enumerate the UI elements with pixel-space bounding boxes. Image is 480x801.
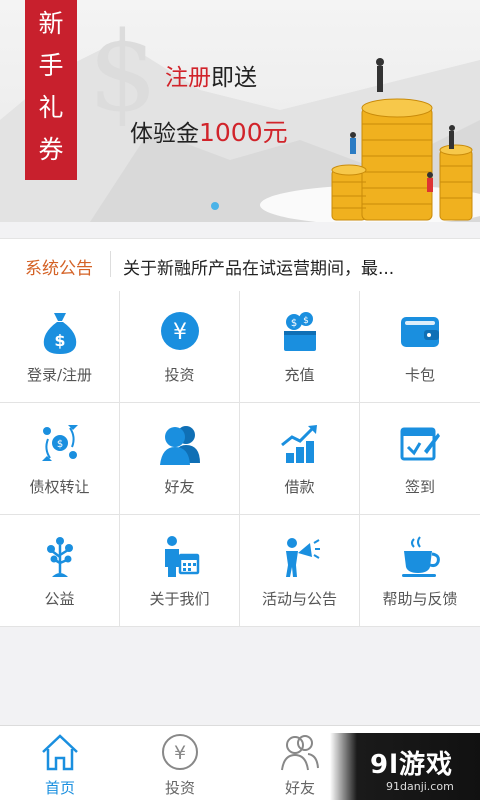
- grid-label: 公益: [44, 590, 75, 608]
- grid-item-login[interactable]: $ 登录/注册: [0, 291, 120, 403]
- friends-icon: [281, 735, 319, 771]
- banner-highlight: 注册: [165, 65, 211, 91]
- grid-item-checkin[interactable]: 签到: [360, 403, 480, 515]
- banner-subheadline: 体验金1000元: [130, 113, 288, 149]
- banner-headline-rest: 即送: [211, 65, 257, 91]
- grid-label: 帮助与反馈: [382, 590, 458, 608]
- feature-grid: $ 登录/注册 ¥ 投资 $ $ 充值 卡包 $ 债权转让 好友 借款 签到 公…: [0, 291, 480, 627]
- grid-label: 充值: [284, 366, 315, 384]
- promo-banner[interactable]: $ 新 手 礼 券 注册即送 体验金1000元: [0, 0, 480, 222]
- tag-char: 新: [38, 9, 64, 38]
- nav-item-home[interactable]: 首页: [0, 726, 120, 801]
- grid-label: 登录/注册: [26, 366, 93, 384]
- growth-chart-icon: [281, 425, 317, 463]
- tag-char: 券: [38, 135, 64, 164]
- watermark-logo-text: 9l游戏: [370, 750, 454, 780]
- notice-text[interactable]: 关于新融所产品在试运营期间，最...: [123, 254, 394, 279]
- presenter-icon: [165, 536, 200, 577]
- tag-char: 礼: [38, 93, 64, 122]
- svg-text:¥: ¥: [174, 742, 186, 764]
- grid-item-invest[interactable]: ¥ 投资: [120, 291, 240, 403]
- grid-label: 投资: [164, 366, 195, 384]
- grid-item-friends[interactable]: 好友: [120, 403, 240, 515]
- grid-label: 关于我们: [149, 590, 210, 608]
- svg-text:$: $: [303, 316, 309, 326]
- nav-label: 投资: [164, 779, 195, 797]
- grid-item-help-feedback[interactable]: 帮助与反馈: [360, 515, 480, 627]
- grid-label: 签到: [404, 478, 435, 496]
- grid-label: 借款: [284, 478, 315, 496]
- grid-item-loan[interactable]: 借款: [240, 403, 360, 515]
- carousel-indicator[interactable]: [211, 202, 219, 210]
- svg-text:$: $: [54, 331, 65, 350]
- banner-prefix: 体验金: [130, 121, 199, 147]
- system-notice-bar[interactable]: 系统公告 关于新融所产品在试运营期间，最...: [0, 238, 480, 292]
- grid-item-about-us[interactable]: 关于我们: [120, 515, 240, 627]
- transfer-icon: $: [42, 425, 78, 461]
- friends-icon: [160, 426, 200, 465]
- notice-label: 系统公告: [25, 259, 93, 279]
- yen-circle-icon: ¥: [162, 734, 198, 770]
- grid-item-card-wallet[interactable]: 卡包: [360, 291, 480, 403]
- nav-label: 首页: [44, 779, 75, 797]
- yen-circle-icon: ¥: [161, 312, 199, 350]
- banner-amount: 1000元: [199, 118, 288, 147]
- grid-item-recharge[interactable]: $ $ 充值: [240, 291, 360, 403]
- grid-item-charity[interactable]: 公益: [0, 515, 120, 627]
- coin-box-icon: $ $: [284, 312, 316, 351]
- svg-text:¥: ¥: [173, 320, 187, 345]
- coffee-cup-icon: [402, 536, 440, 577]
- grid-item-activities-announcements[interactable]: 活动与公告: [240, 515, 360, 627]
- grid-label: 卡包: [404, 366, 435, 384]
- watermark-url: 91danji.com: [386, 780, 454, 793]
- tag-char: 手: [38, 51, 64, 80]
- banner-headline: 注册即送: [165, 58, 257, 92]
- svg-text:$: $: [291, 318, 297, 329]
- newbie-coupon-tag: 新 手 礼 券: [25, 0, 77, 180]
- grid-item-debt-transfer[interactable]: $ 债权转让: [0, 403, 120, 515]
- checkin-icon: [400, 427, 440, 461]
- home-icon: [42, 734, 78, 771]
- grid-label: 好友: [164, 478, 195, 496]
- svg-text:$: $: [57, 439, 63, 450]
- grid-label: 债权转让: [29, 478, 90, 496]
- wallet-icon: [401, 317, 439, 347]
- nav-item-invest[interactable]: ¥ 投资: [120, 726, 240, 801]
- money-bag-icon: $: [43, 313, 77, 354]
- notice-divider: [110, 251, 111, 277]
- grid-label: 活动与公告: [261, 590, 337, 608]
- megaphone-icon: [286, 538, 320, 577]
- tree-icon: [47, 537, 73, 577]
